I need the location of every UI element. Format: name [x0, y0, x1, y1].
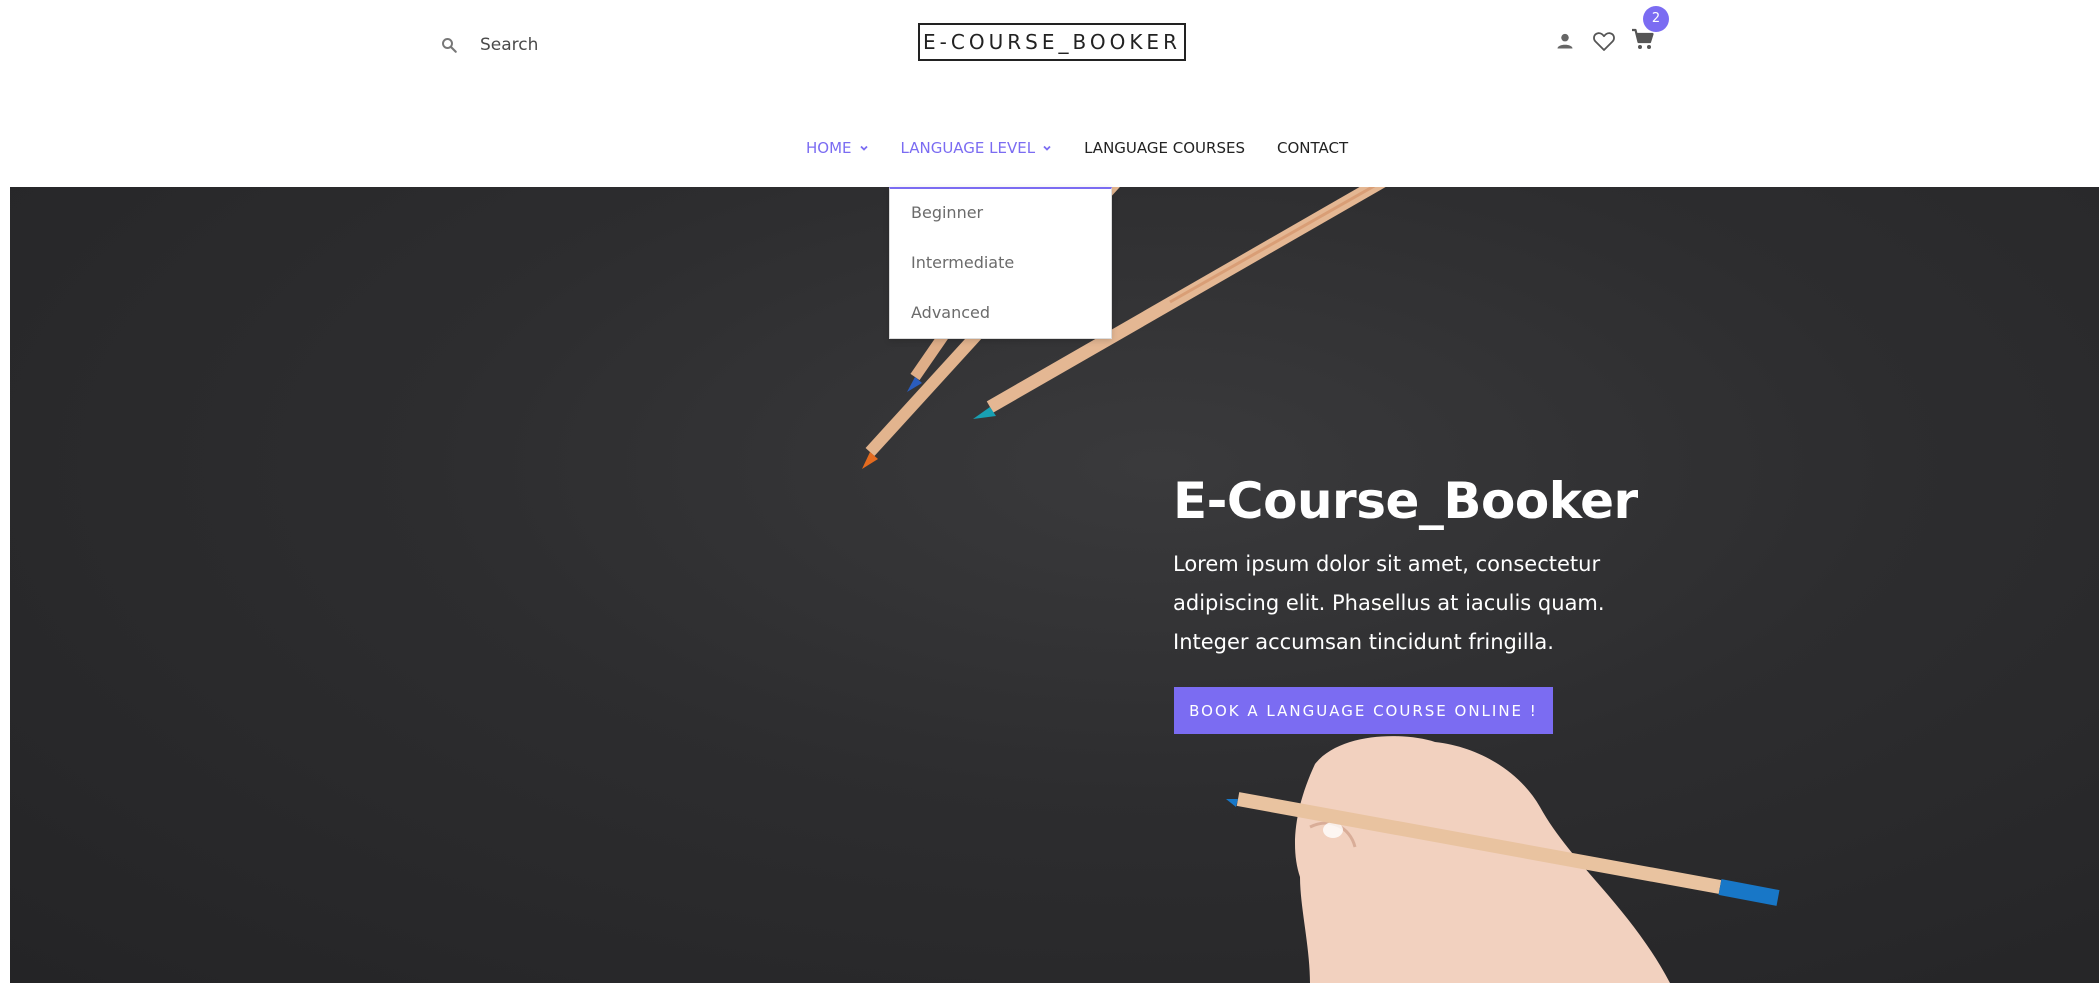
- nav-item-language-level[interactable]: LANGUAGE LEVEL: [901, 139, 1053, 157]
- dropdown-item-beginner[interactable]: Beginner: [911, 203, 983, 222]
- user-icon[interactable]: [1555, 31, 1575, 51]
- heart-icon[interactable]: [1591, 29, 1617, 53]
- nav-item-home[interactable]: HOME: [806, 139, 869, 157]
- book-course-button[interactable]: BOOK A LANGUAGE COURSE ONLINE !: [1174, 687, 1553, 734]
- dropdown-item-advanced[interactable]: Advanced: [911, 303, 990, 322]
- search-icon[interactable]: [440, 36, 458, 54]
- nav-item-label: HOME: [806, 139, 852, 157]
- dropdown-item-intermediate[interactable]: Intermediate: [911, 253, 1014, 272]
- nav-item-label: LANGUAGE COURSES: [1084, 139, 1245, 157]
- nav-item-label: CONTACT: [1276, 139, 1349, 157]
- search-box[interactable]: Search: [440, 30, 538, 60]
- cart[interactable]: 2: [1631, 5, 1669, 56]
- language-level-dropdown: Beginner Intermediate Advanced: [889, 187, 1112, 339]
- cart-count-badge: 2: [1643, 5, 1669, 32]
- hand: [1295, 736, 1670, 983]
- hero-title: E-Course_Booker: [1173, 472, 1638, 530]
- nav-item-contact[interactable]: CONTACT: [1277, 139, 1348, 157]
- chevron-down-icon: [1043, 145, 1051, 151]
- nav-item-label: LANGUAGE LEVEL: [900, 139, 1036, 157]
- nav-item-language-courses[interactable]: LANGUAGE COURSES: [1084, 139, 1245, 157]
- site-header: Search E-COURSE_BOOKER 2: [0, 0, 2099, 113]
- site-logo[interactable]: E-COURSE_BOOKER: [918, 23, 1186, 61]
- chevron-down-icon: [859, 145, 868, 151]
- header-icons: 2: [1555, 5, 1669, 56]
- main-nav: HOME LANGUAGE LEVEL LANGUAGE COURSES CON…: [0, 112, 2099, 186]
- nav-items: HOME LANGUAGE LEVEL LANGUAGE COURSES CON…: [806, 139, 1380, 157]
- search-input[interactable]: Search: [480, 35, 538, 55]
- hero-description: Lorem ipsum dolor sit amet, consectetur …: [1173, 552, 1605, 654]
- page: Search E-COURSE_BOOKER 2 HOME LANGUAGE L…: [0, 0, 2099, 983]
